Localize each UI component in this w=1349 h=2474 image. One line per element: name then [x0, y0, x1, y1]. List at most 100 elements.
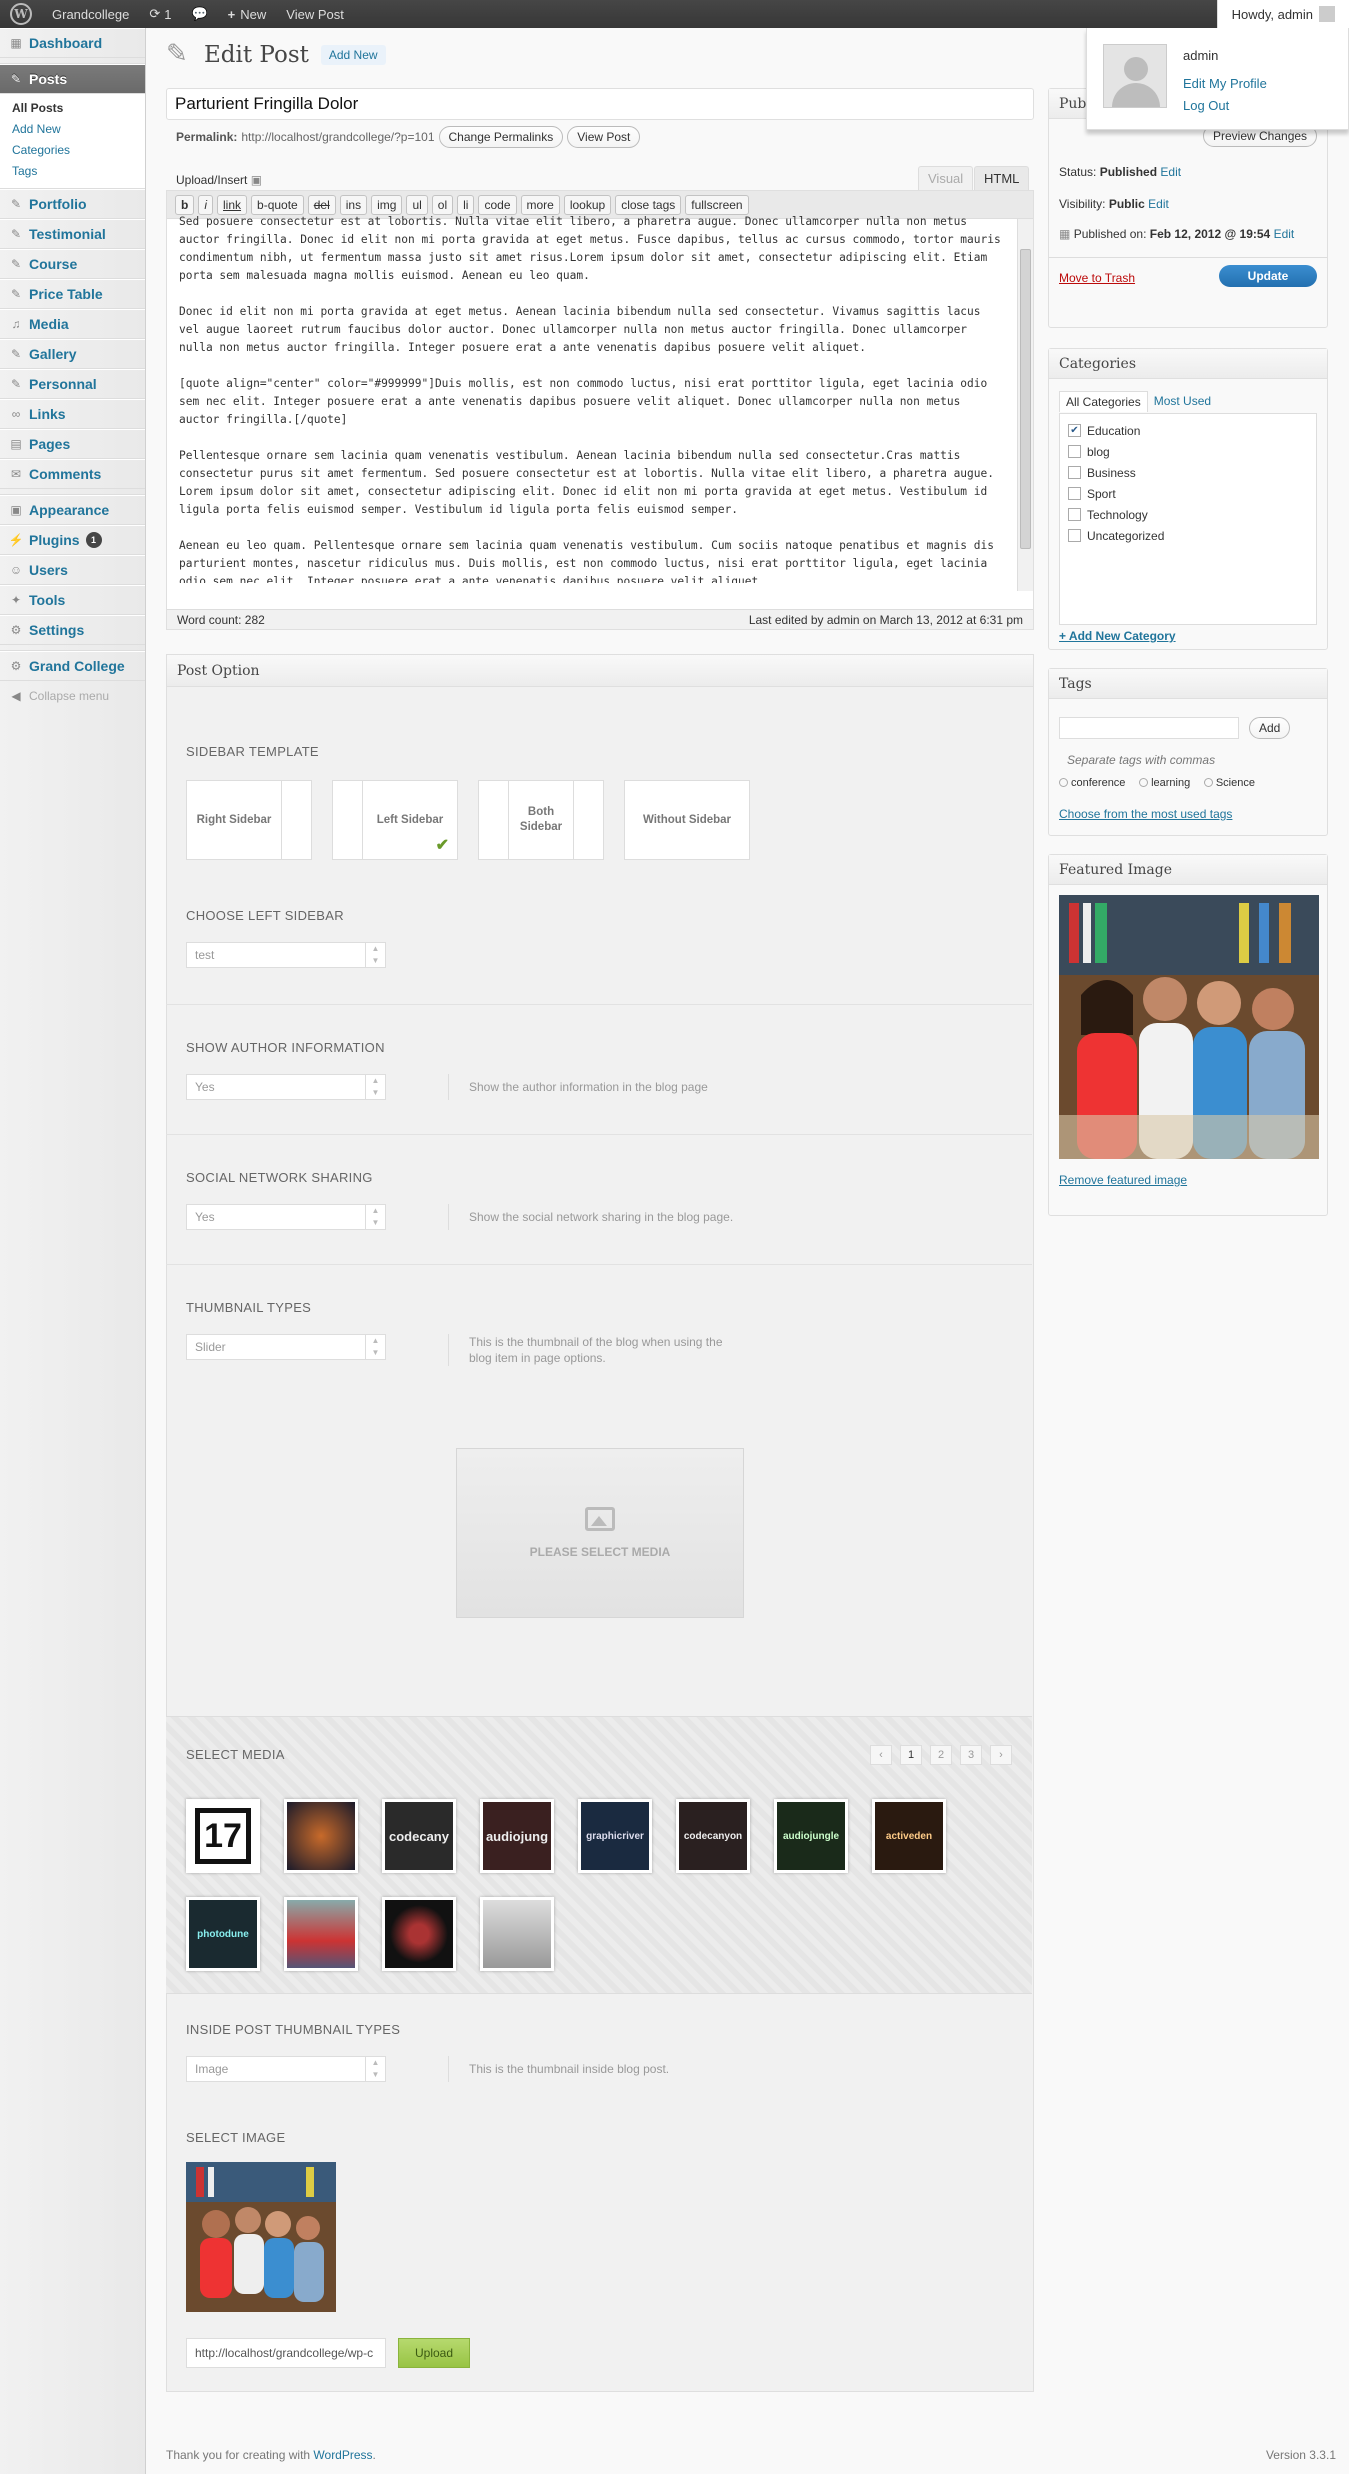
view-post-button[interactable]: View Post: [567, 126, 641, 148]
media-item-photo[interactable]: [284, 1799, 358, 1873]
tab-visual[interactable]: Visual: [918, 166, 974, 190]
submenu-all-posts[interactable]: All Posts: [12, 98, 145, 119]
sidebar-option-left[interactable]: Left Sidebar ✔: [332, 780, 458, 860]
featured-image-preview[interactable]: [1059, 895, 1319, 1159]
submenu-tags[interactable]: Tags: [12, 161, 145, 182]
permalink-url[interactable]: http://localhost/grandcollege/?p=101: [241, 130, 434, 144]
category-item[interactable]: blog: [1068, 441, 1308, 462]
qt-img-button[interactable]: img: [371, 194, 403, 215]
update-button[interactable]: Update: [1219, 265, 1317, 287]
tab-all-categories[interactable]: All Categories: [1059, 391, 1148, 412]
thumbnail-type-select[interactable]: Slider ▲ ▼: [186, 1334, 386, 1360]
add-tag-button[interactable]: Add: [1249, 717, 1291, 739]
qt-fullscreen-button[interactable]: fullscreen: [685, 194, 749, 215]
menu-price-table[interactable]: ✎ Price Table: [0, 279, 145, 309]
menu-course[interactable]: ✎ Course: [0, 249, 145, 279]
checkbox[interactable]: [1068, 508, 1081, 521]
checkbox[interactable]: [1068, 487, 1081, 500]
menu-users[interactable]: ☺ Users: [0, 555, 145, 585]
inside-thumbnail-select[interactable]: Image ▲ ▼: [186, 2056, 386, 2082]
change-permalinks-button[interactable]: Change Permalinks: [438, 126, 564, 148]
menu-portfolio[interactable]: ✎ Portfolio: [0, 189, 145, 219]
upload-button[interactable]: Upload: [398, 2338, 470, 2368]
social-sharing-select[interactable]: Yes ▲ ▼: [186, 1204, 386, 1230]
media-item-codecanyon-banner[interactable]: codecany: [382, 1799, 456, 1873]
add-new-button[interactable]: Add New: [320, 45, 386, 65]
add-new-category-link[interactable]: + Add New Category: [1059, 629, 1176, 643]
move-to-trash-link[interactable]: Move to Trash: [1059, 271, 1135, 285]
pager-page-1[interactable]: 1: [900, 1745, 922, 1765]
qt-close-tags-button[interactable]: close tags: [615, 194, 682, 215]
remove-tag-icon[interactable]: [1139, 778, 1149, 787]
updates-link[interactable]: ⟳ 1: [139, 0, 181, 28]
my-account-menu[interactable]: Howdy, admin: [1216, 0, 1349, 28]
collapse-menu-button[interactable]: ◀ Collapse menu: [0, 681, 145, 711]
checkbox[interactable]: [1068, 445, 1081, 458]
wordpress-link[interactable]: WordPress: [313, 2448, 372, 2462]
menu-personnal[interactable]: ✎ Personnal: [0, 369, 145, 399]
menu-links[interactable]: ∞ Links: [0, 399, 145, 429]
tab-most-used[interactable]: Most Used: [1148, 391, 1217, 412]
checkbox[interactable]: [1068, 529, 1081, 542]
media-item-codecanyon[interactable]: codecanyon: [676, 1799, 750, 1873]
media-item-runner[interactable]: [284, 1897, 358, 1971]
qt-lookup-button[interactable]: lookup: [563, 194, 612, 215]
media-item-athlete[interactable]: [382, 1897, 456, 1971]
media-item-audiojungle[interactable]: audiojungle: [774, 1799, 848, 1873]
qt-del-button[interactable]: del: [307, 194, 336, 215]
category-item[interactable]: Sport: [1068, 483, 1308, 504]
media-item-graphicriver[interactable]: graphicriver: [578, 1799, 652, 1873]
media-item-photodune[interactable]: photodune: [186, 1897, 260, 1971]
menu-pages[interactable]: ▤ Pages: [0, 429, 145, 459]
remove-tag-icon[interactable]: [1059, 778, 1068, 787]
edit-status-link[interactable]: Edit: [1160, 165, 1181, 179]
menu-settings[interactable]: ⚙ Settings: [0, 615, 145, 645]
left-sidebar-select[interactable]: test ▲ ▼: [186, 942, 386, 968]
content-textarea[interactable]: Sed posuere consectetur est at lobortis.…: [167, 213, 1017, 583]
qt-li-button[interactable]: li: [457, 194, 475, 215]
pager-next[interactable]: ›: [990, 1745, 1012, 1765]
view-post-link[interactable]: View Post: [276, 0, 354, 28]
wp-logo-menu[interactable]: W: [0, 0, 42, 28]
qt-more-button[interactable]: more: [520, 194, 560, 215]
media-item-calendar[interactable]: 17: [186, 1799, 260, 1873]
menu-comments[interactable]: ✉ Comments: [0, 459, 145, 489]
submenu-add-new[interactable]: Add New: [12, 119, 145, 140]
edit-profile-link[interactable]: Edit My Profile: [1183, 76, 1267, 91]
tab-html[interactable]: HTML: [974, 166, 1030, 190]
qt-ul-button[interactable]: ul: [406, 194, 428, 215]
edit-visibility-link[interactable]: Edit: [1148, 197, 1169, 211]
menu-dashboard[interactable]: ▦ Dashboard: [0, 28, 145, 58]
new-tag-input[interactable]: [1059, 717, 1239, 739]
choose-most-used-tags-link[interactable]: Choose from the most used tags: [1059, 807, 1232, 821]
comments-link[interactable]: 💬: [181, 0, 217, 28]
remove-tag-icon[interactable]: [1203, 778, 1213, 787]
menu-testimonial[interactable]: ✎ Testimonial: [0, 219, 145, 249]
qt-ol-button[interactable]: ol: [431, 194, 454, 215]
sidebar-option-right[interactable]: Right Sidebar: [186, 780, 312, 860]
menu-tools[interactable]: ✦ Tools: [0, 585, 145, 615]
pager-page-2[interactable]: 2: [930, 1745, 952, 1765]
menu-appearance[interactable]: ▣ Appearance: [0, 495, 145, 525]
qt-bold-button[interactable]: b: [175, 194, 195, 215]
qt-italic-button[interactable]: i: [198, 194, 214, 215]
pager-page-3[interactable]: 3: [960, 1745, 982, 1765]
qt-ins-button[interactable]: ins: [339, 194, 368, 215]
pager-prev[interactable]: ‹: [870, 1745, 892, 1765]
category-item[interactable]: Uncategorized: [1068, 525, 1308, 546]
category-item[interactable]: ✔ Education: [1068, 420, 1308, 441]
media-item-activeden[interactable]: activeden: [872, 1799, 946, 1873]
media-item-audiojungle-banner[interactable]: audiojung: [480, 1799, 554, 1873]
media-item-car[interactable]: [480, 1897, 554, 1971]
category-item[interactable]: Business: [1068, 462, 1308, 483]
sidebar-option-none[interactable]: Without Sidebar: [624, 780, 750, 860]
add-media-icon[interactable]: ▣: [251, 173, 262, 187]
menu-plugins[interactable]: ⚡ Plugins 1: [0, 525, 145, 555]
menu-media[interactable]: ♫ Media: [0, 309, 145, 339]
qt-blockquote-button[interactable]: b-quote: [251, 194, 304, 215]
sidebar-option-both[interactable]: Both Sidebar: [478, 780, 604, 860]
submenu-categories[interactable]: Categories: [12, 140, 145, 161]
category-item[interactable]: Technology: [1068, 504, 1308, 525]
menu-posts[interactable]: ✎ Posts: [0, 64, 145, 94]
editor-scrollbar[interactable]: [1017, 219, 1033, 591]
